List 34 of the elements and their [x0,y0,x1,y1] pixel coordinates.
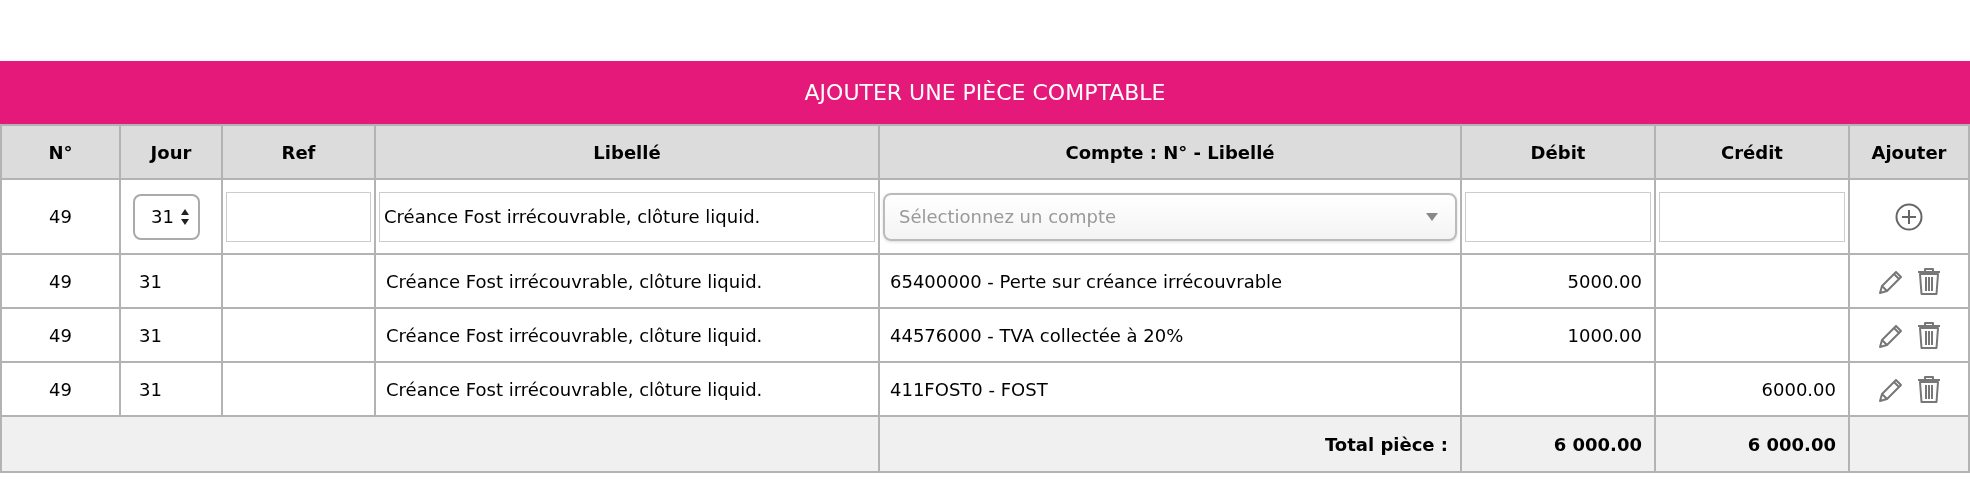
day-cell: 31 [120,254,222,308]
delete-icon[interactable] [1916,266,1942,296]
entry-number: 49 [49,206,72,227]
debit-amount: 5000.00 [1461,254,1655,308]
column-header: Jour [120,125,222,179]
label-input[interactable]: Créance Fost irrécouvrable, clôture liquid. [379,191,875,242]
account-cell: 65400000 - Perte sur créance irrécouvrable [879,254,1461,308]
total-debit: 6 000.00 [1461,416,1655,472]
credit-input[interactable] [1659,191,1845,242]
entry-number: 49 [1,254,120,308]
column-header: Ajouter [1849,125,1969,179]
column-header: Débit [1461,125,1655,179]
spinner-arrows-icon [179,207,190,226]
ref-input[interactable] [226,191,371,242]
account-cell: 44576000 - TVA collectée à 20% [879,308,1461,362]
column-header: Crédit [1655,125,1849,179]
total-label: Total pièce : [879,416,1461,472]
column-header: Libellé [375,125,879,179]
column-header: Compte : N° - Libellé [879,125,1461,179]
day-select[interactable]: 31 [133,193,200,240]
column-header: Ref [222,125,375,179]
debit-amount: 1000.00 [1461,308,1655,362]
dropdown-caret-icon [1425,211,1439,222]
label-cell: Créance Fost irrécouvrable, clôture liquid. [375,308,879,362]
add-icon[interactable] [1894,201,1924,232]
column-header: N° [1,125,120,179]
label-cell: Créance Fost irrécouvrable, clôture liquid. [375,254,879,308]
delete-icon[interactable] [1916,374,1942,404]
debit-input[interactable] [1465,191,1651,242]
day-cell: 31 [120,308,222,362]
delete-icon[interactable] [1916,320,1942,350]
form-title: AJOUTER UNE PIÈCE COMPTABLE [804,80,1166,105]
entry-number: 49 [1,308,120,362]
total-credit: 6 000.00 [1655,416,1849,472]
